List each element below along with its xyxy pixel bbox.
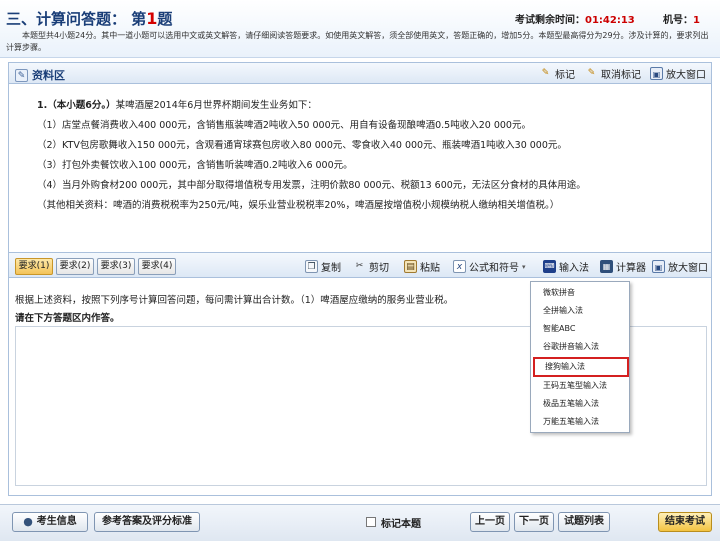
ime-option-google-pinyin[interactable]: 谷歌拼音输入法 [543,339,599,355]
formula-icon: x [453,260,466,273]
exam-footer: ● 考生信息 参考答案及评分标准 标记本题 上一页 下一页 试题列表 结束考试 [0,504,720,541]
ime-option-sogou[interactable]: 搜狗输入法 [533,357,629,377]
material-line-1: （1）店堂点餐消费收入400 000元，含销售瓶装啤酒2吨收入50 000元、用… [37,120,531,131]
formula-label: 公式和符号 [469,263,519,274]
window-maximize-icon: ▣ [652,260,665,273]
section-title: 三、计算问答题： 第1题 [6,8,172,29]
mark-button[interactable]: ✎ 标记 [539,66,575,81]
zoom-material-button[interactable]: ▣ 放大窗口 [650,66,706,81]
mark-question-label: 标记本题 [381,519,421,530]
calculator-label: 计算器 [616,263,646,274]
material-panel-label: 资料区 [32,69,65,82]
zoom-material-label: 放大窗口 [666,70,706,81]
ime-option-wanneng-wubi[interactable]: 万能五笔输入法 [543,414,599,430]
timer-label: 考试剩余时间： [515,15,585,26]
candidate-info-label: 考生信息 [36,516,77,527]
copy-icon: ❐ [305,260,318,273]
requirements-toolbar: 要求(1) 要求(2) 要求(3) 要求(4) ❐ 复制 ✂ 剪切 ▤ 粘贴 x… [8,252,712,278]
timer-value: 01:42:13 [585,15,635,26]
unmark-label: 取消标记 [601,70,641,81]
ime-option-microsoft-pinyin[interactable]: 微软拼音 [543,285,575,301]
chevron-down-icon: ▾ [522,262,526,271]
remaining-time: 考试剩余时间：01:42:13 [515,11,635,26]
exam-header: 三、计算问答题： 第1题 考试剩余时间：01:42:13 机号：1 本题型共4小… [0,0,720,58]
machine-number: 机号：1 [663,11,700,26]
ime-label: 输入法 [559,263,589,274]
zoom-answer-label: 放大窗口 [668,263,708,274]
clipboard-icon: ▤ [404,260,417,273]
ime-option-wangma-wubi[interactable]: 王码五笔型输入法 [543,378,607,394]
material-panel-bar: ✎ 资料区 ✎ 标记 ✎ 取消标记 ▣ 放大窗口 [8,62,712,84]
copy-button[interactable]: ❐ 复制 [305,259,341,274]
question-number-suffix: 题 [157,10,173,28]
question-number: 1 [146,9,158,28]
mark-label: 标记 [555,70,575,81]
paste-button[interactable]: ▤ 粘贴 [404,259,440,274]
ime-option-quanpin[interactable]: 全拼输入法 [543,303,583,319]
material-line-2: （2）KTV包房歌舞收入150 000元，含观看通宵球赛包房收入80 000元、… [37,140,567,151]
window-maximize-icon: ▣ [650,67,663,80]
user-icon: ● [23,515,33,528]
tab-requirement-1[interactable]: 要求(1) [15,258,53,275]
calculator-icon: ▦ [600,260,613,273]
reference-answer-button[interactable]: 参考答案及评分标准 [94,512,200,532]
unflag-icon: ✎ [587,68,596,78]
document-icon: ✎ [15,68,28,82]
tab-requirement-4[interactable]: 要求(4) [138,258,176,275]
question-number-prefix: 第 [131,10,147,28]
machine-value: 1 [693,15,700,26]
prev-page-button[interactable]: 上一页 [470,512,510,532]
zoom-answer-button[interactable]: ▣ 放大窗口 [652,259,708,274]
copy-label: 复制 [321,263,341,274]
question-text: 某啤酒屋2014年6月世界杯期间发生业务如下： [115,100,317,111]
material-line-5: （其他相关资料：啤酒的消费税税率为250元/吨，娱乐业营业税税率20%，啤酒屋按… [37,200,560,211]
question-stem: 1.（本小题6分。）某啤酒屋2014年6月世界杯期间发生业务如下： [37,96,711,116]
unmark-button[interactable]: ✎ 取消标记 [585,66,641,81]
ime-dropdown-menu: 微软拼音 全拼输入法 智能ABC 谷歌拼音输入法 搜狗输入法 王码五笔型输入法 … [530,281,630,433]
flag-icon: ✎ [541,68,550,78]
cut-label: 剪切 [369,263,389,274]
tab-requirement-3[interactable]: 要求(3) [97,258,135,275]
section-title-prefix: 三、计算问答题： [6,10,127,28]
ime-option-jipin-wubi[interactable]: 极品五笔输入法 [543,396,599,412]
paste-label: 粘贴 [420,263,440,274]
answer-heading: 请在下方答题区内作答。 [15,313,120,324]
section-instructions: 本题型共4小题24分。其中一道小题可以选用中文或英文解答，请仔细阅读答题要求。如… [6,31,709,52]
material-line-3: （3）打包外卖餐饮收入100 000元，含销售听装啤酒0.2吨收入6 000元。 [37,160,353,171]
formula-button[interactable]: x 公式和符号 ▾ [453,259,526,274]
machine-label: 机号： [663,15,693,26]
ime-button[interactable]: ⌨ 输入法 [543,259,589,274]
material-content: 1.（本小题6分。）某啤酒屋2014年6月世界杯期间发生业务如下： （1）店堂点… [8,84,712,252]
material-line-4: （4）当月外购食材200 000元，其中部分取得增值税专用发票，注明价款80 0… [37,180,586,191]
keyboard-icon: ⌨ [543,260,556,273]
question-score: 1.（本小题6分。） [37,100,116,111]
finish-exam-button[interactable]: 结束考试 [658,512,712,532]
answer-prompt: 根据上述资料，按照下列序号计算回答问题，每问需计算出合计数。（1）啤酒屋应缴纳的… [15,295,454,306]
ime-option-zhineng-abc[interactable]: 智能ABC [543,321,575,337]
scissors-icon: ✂ [355,261,364,271]
cut-button[interactable]: ✂ 剪切 [353,259,389,274]
calculator-button[interactable]: ▦ 计算器 [600,259,646,274]
question-list-button[interactable]: 试题列表 [558,512,610,532]
mark-question-checkbox[interactable] [366,517,376,527]
tab-requirement-2[interactable]: 要求(2) [56,258,94,275]
material-panel-title: ✎ 资料区 [15,67,65,83]
next-page-button[interactable]: 下一页 [514,512,554,532]
candidate-info-button[interactable]: ● 考生信息 [12,512,88,532]
